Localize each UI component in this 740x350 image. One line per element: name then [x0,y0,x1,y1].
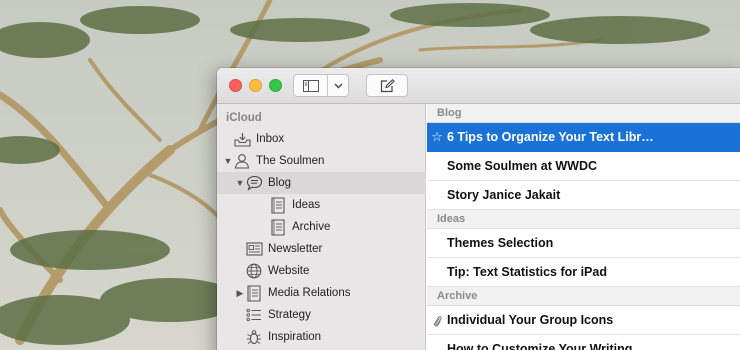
sidebar-item-label: The Soulmen [256,155,325,167]
sidebar-item-archive[interactable]: Archive [217,216,426,238]
sidebar-mode-dropdown[interactable] [328,75,348,96]
group-header-blog: Blog [427,104,740,123]
sidebar-item-label: Inspiration [268,331,322,343]
minimize-window-button[interactable] [249,79,262,92]
star-icon[interactable]: ☆ [427,129,447,145]
document-icon [269,218,287,236]
sidebar-item-label: Website [268,265,310,277]
sidebar-item-newsletter[interactable]: Newsletter [217,238,426,260]
sheet-title: 6 Tips to Organize Your Text Libr… [447,130,654,144]
sidebar-item-media-relations[interactable]: ▶ Media Relations [217,282,426,304]
app-window: iCloud Inbox ▼ The Soulmen ▼ Blog Ideas … [217,68,740,350]
document-icon [269,196,287,214]
maximize-window-button[interactable] [269,79,282,92]
group-header-ideas: Ideas [427,210,740,229]
sidebar-item-label: Blog [268,177,292,189]
sheet-row[interactable]: Individual Your Group Icons [427,306,740,335]
sheet-title: Themes Selection [447,236,554,250]
sidebar-item-inspiration[interactable]: Inspiration [217,326,426,348]
sidebar-item-inbox[interactable]: Inbox [217,128,426,150]
sidebar-item-website[interactable]: Website [217,260,426,282]
sheet-title: Story Janice Jakait [447,188,561,202]
paperclip-icon [427,314,447,327]
document-icon [245,284,263,302]
new-sheet-button[interactable] [366,74,408,97]
chevron-down-icon [334,83,342,88]
sheet-title: How to Customize Your Writing [447,342,633,350]
newsletter-icon [245,240,263,258]
sidebar-section-header: iCloud [226,112,262,124]
disclosure-triangle-down-icon[interactable]: ▼ [223,156,233,166]
sheet-row[interactable]: Tip: Text Statistics for iPad [427,258,740,287]
sidebar-item-label: Media Relations [268,287,351,299]
sheet-row[interactable]: Story Janice Jakait [427,181,740,210]
sidebar-item-label: Newsletter [268,243,323,255]
sidebar-mode-control [293,74,349,97]
sidebar-icon [302,79,319,92]
sheet-row[interactable]: Themes Selection [427,229,740,258]
list-icon [245,306,263,324]
sidebar: iCloud Inbox ▼ The Soulmen ▼ Blog Ideas … [217,104,426,350]
sheet-list: Blog ☆ 6 Tips to Organize Your Text Libr… [427,104,740,350]
sheet-row[interactable]: How to Customize Your Writing [427,335,740,350]
sidebar-item-label: Ideas [292,199,321,211]
disclosure-triangle-right-icon[interactable]: ▶ [235,288,245,299]
close-window-button[interactable] [229,79,242,92]
title-bar [217,68,740,104]
group-header-archive: Archive [427,287,740,306]
sidebar-item-strategy[interactable]: Strategy [217,304,426,326]
globe-icon [245,262,263,280]
sidebar-item-the-soulmen[interactable]: ▼ The Soulmen [217,150,426,172]
sidebar-item-label: Inbox [256,133,285,145]
person-icon [233,152,251,170]
sidebar-item-label: Archive [292,221,331,233]
bug-icon [245,328,263,346]
sidebar-item-blog[interactable]: ▼ Blog [217,172,426,194]
speech-bubble-icon [245,174,263,192]
toggle-sidebar-button[interactable] [294,75,328,96]
sidebar-item-label: Strategy [268,309,311,321]
inbox-icon [233,130,251,148]
disclosure-triangle-down-icon[interactable]: ▼ [235,178,245,188]
compose-icon [380,78,395,92]
sheet-title: Some Soulmen at WWDC [447,159,598,173]
sheet-row-selected[interactable]: ☆ 6 Tips to Organize Your Text Libr… [427,123,740,152]
sidebar-item-ideas[interactable]: Ideas [217,194,426,216]
sheet-title: Individual Your Group Icons [447,313,614,327]
sheet-title: Tip: Text Statistics for iPad [447,265,607,279]
sheet-row[interactable]: Some Soulmen at WWDC [427,152,740,181]
